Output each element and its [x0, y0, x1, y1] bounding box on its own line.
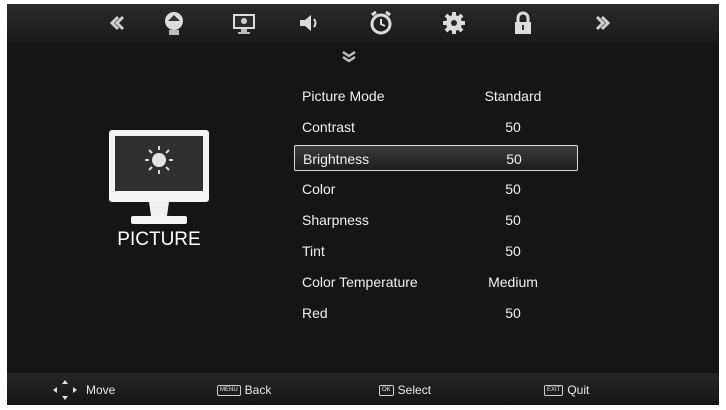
menu-item-label: Picture Mode — [302, 88, 385, 104]
lock-icon[interactable] — [509, 9, 537, 37]
hint-move: Move — [52, 380, 116, 400]
chevron-down-icon[interactable] — [340, 50, 358, 64]
double-right-arrow-icon[interactable] — [589, 9, 617, 37]
menu-item-tint[interactable]: Tint 50 — [294, 238, 578, 264]
hint-back-label: Back — [244, 383, 272, 397]
menu-item-label: Sharpness — [302, 212, 369, 228]
menu-item-label: Color Temperature — [302, 274, 418, 290]
sound-icon[interactable] — [296, 9, 324, 37]
menu-item-value: Standard — [484, 88, 542, 104]
menu-key-icon: MENU — [217, 384, 241, 396]
menu-item-contrast[interactable]: Contrast 50 — [294, 114, 578, 140]
menu-item-label: Brightness — [303, 151, 370, 167]
menu-item-picture-mode[interactable]: Picture Mode Standard — [294, 83, 578, 109]
section-title: PICTURE — [117, 229, 201, 250]
menu-item-color[interactable]: Color 50 — [294, 176, 578, 202]
menu-item-label: Color — [302, 181, 336, 197]
hint-select: OK Select — [379, 381, 431, 399]
menu-item-value: 50 — [505, 119, 521, 135]
hint-move-label: Move — [86, 383, 116, 397]
bottom-hint-bar: Move MENU Back OK Select EXIT Quit — [7, 373, 719, 405]
picture-icon[interactable] — [230, 9, 258, 37]
menu-item-red[interactable]: Red 50 — [294, 300, 578, 326]
menu-item-color-temperature[interactable]: Color Temperature Medium — [294, 269, 578, 295]
menu-item-value: 50 — [505, 212, 521, 228]
setup-icon[interactable] — [440, 9, 468, 37]
menu-item-label: Red — [302, 305, 328, 321]
menu-item-label: Tint — [302, 243, 325, 259]
menu-item-value: 50 — [506, 151, 522, 167]
ok-key-icon: OK — [379, 384, 394, 396]
menu-item-value: 50 — [505, 243, 521, 259]
hint-back: MENU Back — [217, 381, 271, 399]
menu-item-brightness[interactable]: Brightness 50 — [294, 145, 578, 171]
picture-monitor-icon — [107, 128, 211, 226]
hint-select-label: Select — [397, 383, 432, 397]
exit-key-icon: EXIT — [544, 384, 564, 396]
channel-icon[interactable] — [160, 9, 188, 37]
menu-item-value: 50 — [505, 305, 521, 321]
top-menu-bar — [7, 4, 719, 42]
menu-item-label: Contrast — [302, 119, 355, 135]
double-left-arrow-icon[interactable] — [103, 9, 131, 37]
hint-quit: EXIT Quit — [544, 381, 589, 399]
dpad-arrows-icon — [53, 380, 77, 400]
menu-item-value: Medium — [488, 274, 538, 290]
hint-quit-label: Quit — [567, 383, 590, 397]
menu-item-sharpness[interactable]: Sharpness 50 — [294, 207, 578, 233]
tv-osd-screen: PICTURE Picture Mode Standard Contrast 5… — [7, 4, 719, 405]
time-icon[interactable] — [367, 9, 395, 37]
menu-item-value: 50 — [505, 181, 521, 197]
